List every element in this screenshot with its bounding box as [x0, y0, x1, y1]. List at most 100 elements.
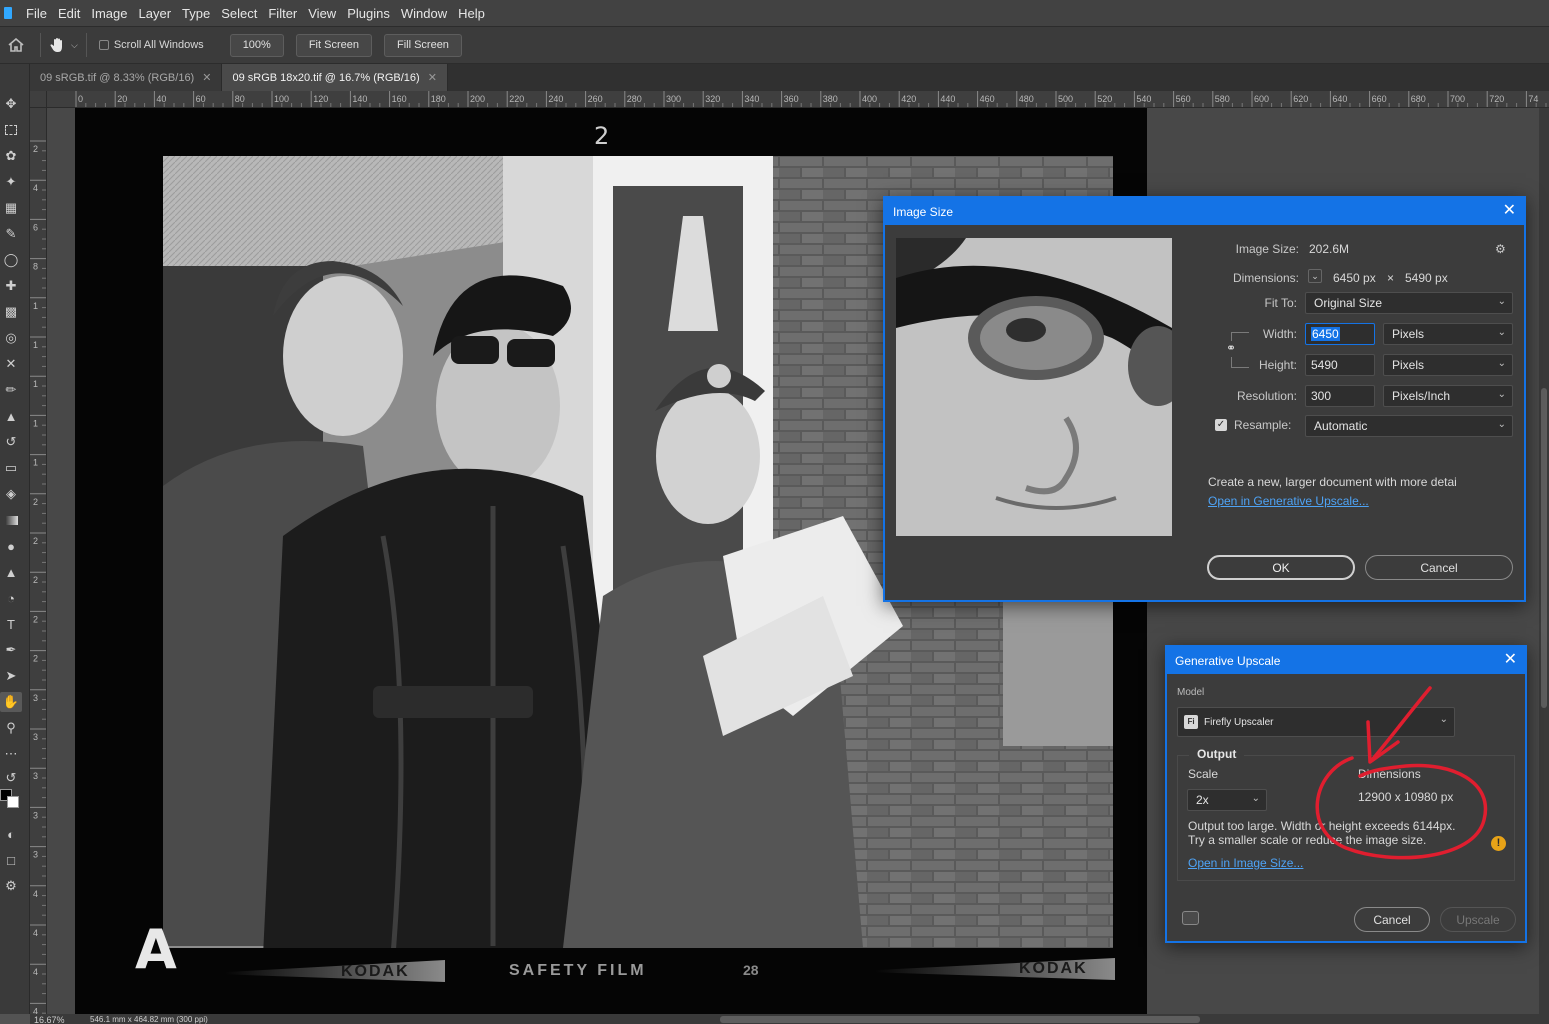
dimensions-unit-toggle[interactable]: ⌄: [1308, 269, 1322, 283]
content-aware-tool-icon[interactable]: ◎: [0, 328, 22, 348]
ruler-label: 600: [1254, 94, 1269, 104]
spot-healing-tool-icon[interactable]: ◯: [0, 250, 22, 270]
menu-plugins[interactable]: Plugins: [347, 6, 390, 21]
cancel-button[interactable]: Cancel: [1365, 555, 1513, 580]
vertical-scrollbar[interactable]: [1539, 108, 1549, 1014]
background-color-swatch[interactable]: [7, 796, 19, 808]
sharpen-tool-icon[interactable]: ▲: [0, 562, 22, 582]
pen-tool-icon[interactable]: ✒: [0, 640, 22, 660]
menu-image[interactable]: Image: [91, 6, 127, 21]
blur-tool-icon[interactable]: ●: [0, 536, 22, 556]
gradient-tool-icon[interactable]: [0, 510, 22, 530]
ok-button[interactable]: OK: [1207, 555, 1355, 580]
tab-label: 09 sRGB.tif @ 8.33% (RGB/16): [40, 71, 195, 84]
close-icon[interactable]: ✕: [1503, 202, 1516, 220]
edit-toolbar-icon[interactable]: ⚙: [0, 876, 22, 896]
ruler-label: 20: [117, 94, 127, 104]
height-unit-dropdown[interactable]: Pixels ⌄: [1383, 354, 1513, 376]
crop-tool-icon[interactable]: ▦: [0, 198, 22, 218]
home-icon[interactable]: [0, 38, 32, 52]
output-label: Output: [1189, 747, 1245, 761]
marquee-tool-icon[interactable]: [0, 120, 22, 140]
swap-colors-icon[interactable]: ↺: [0, 768, 22, 788]
screen-mode-icon[interactable]: □: [0, 850, 22, 870]
fit-screen-button[interactable]: Fit Screen: [295, 33, 372, 57]
ruler-label: 74: [1528, 94, 1538, 104]
magic-wand-tool-icon[interactable]: ✦: [0, 172, 22, 192]
path-selection-tool-icon[interactable]: ➤: [0, 666, 22, 686]
image-preview[interactable]: [896, 238, 1172, 536]
resample-dropdown[interactable]: Automatic ⌄: [1305, 415, 1513, 437]
ruler-label: 400: [862, 94, 877, 104]
dialog-title-bar[interactable]: Image Size ✕: [885, 198, 1524, 225]
feedback-icon[interactable]: [1182, 911, 1199, 925]
hand-tool-preset-picker[interactable]: ⌵: [49, 36, 78, 54]
dimensions-value: 12900 x 10980 px: [1358, 790, 1454, 804]
fit-to-dropdown[interactable]: Original Size ⌄: [1305, 292, 1513, 314]
ruler-label: 300: [666, 94, 681, 104]
menu-help[interactable]: Help: [458, 6, 485, 21]
ruler-label: 1: [33, 458, 38, 468]
scroll-all-windows-checkbox[interactable]: Scroll All Windows: [98, 39, 204, 51]
quick-mask-icon[interactable]: ◐: [0, 824, 22, 844]
ruler-label: 1: [33, 379, 38, 389]
ruler-corner: [30, 91, 47, 108]
settings-gear-icon[interactable]: ⚙: [1495, 242, 1506, 256]
resolution-label: Resolution:: [1236, 389, 1297, 403]
open-generative-upscale-link[interactable]: Open in Generative Upscale...: [1208, 494, 1369, 508]
resolution-input[interactable]: 300: [1305, 385, 1375, 407]
scrollbar-thumb[interactable]: [1541, 388, 1547, 708]
bucket-tool-icon[interactable]: ◈: [0, 484, 22, 504]
menu-view[interactable]: View: [308, 6, 336, 21]
cancel-button[interactable]: Cancel: [1354, 907, 1430, 932]
tab-document-2[interactable]: 09 sRGB 18x20.tif @ 16.7% (RGB/16) ✕: [222, 64, 448, 91]
more-tools-icon[interactable]: ⋯: [0, 744, 22, 764]
width-input[interactable]: 6450: [1305, 323, 1375, 345]
clone-stamp-tool-icon[interactable]: ▲: [0, 406, 22, 426]
menu-select[interactable]: Select: [221, 6, 257, 21]
patch-tool-icon[interactable]: ▩: [0, 302, 22, 322]
eyedropper-tool-icon[interactable]: ✎: [0, 224, 22, 244]
type-tool-icon[interactable]: T: [0, 614, 22, 634]
model-dropdown[interactable]: Fi Firefly Upscaler ⌄: [1177, 707, 1455, 737]
menu-filter[interactable]: Filter: [268, 6, 297, 21]
upscale-button[interactable]: Upscale: [1440, 907, 1516, 932]
checkbox-box[interactable]: [98, 40, 109, 50]
eraser-tool-icon[interactable]: ▭: [0, 458, 22, 478]
red-eye-tool-icon[interactable]: ✕: [0, 354, 22, 374]
dialog-title-bar[interactable]: Generative Upscale ✕: [1167, 647, 1525, 674]
healing-brush-tool-icon[interactable]: ✚: [0, 276, 22, 296]
brush-tool-icon[interactable]: ✏: [0, 380, 22, 400]
dodge-tool-icon[interactable]: ◔: [0, 588, 22, 608]
chevron-down-icon: ⌄: [1497, 358, 1506, 369]
move-tool-icon[interactable]: ✥: [0, 94, 22, 114]
tab-document-1[interactable]: 09 sRGB.tif @ 8.33% (RGB/16) ✕: [30, 64, 223, 91]
menu-edit[interactable]: Edit: [58, 6, 80, 21]
status-zoom[interactable]: 16.67%: [34, 1015, 65, 1024]
resample-checkbox[interactable]: ✓: [1215, 419, 1227, 431]
menu-window[interactable]: Window: [401, 6, 447, 21]
close-icon[interactable]: ✕: [428, 71, 437, 84]
open-image-size-link[interactable]: Open in Image Size...: [1188, 856, 1303, 870]
menu-file[interactable]: File: [26, 6, 47, 21]
ruler-label: 1: [33, 418, 38, 428]
tools-panel: ✥ ✿ ✦ ▦ ✎ ◯ ✚ ▩ ◎ ✕ ✏ ▲ ↺ ▭ ◈ ● ▲ ◔ T ✒ …: [0, 64, 30, 1014]
zoom-100-button[interactable]: 100%: [229, 33, 284, 57]
lasso-tool-icon[interactable]: ✿: [0, 146, 22, 166]
fill-screen-button[interactable]: Fill Screen: [383, 33, 462, 57]
zoom-tool-icon[interactable]: ⚲: [0, 718, 22, 738]
link-chain-icon[interactable]: ⚭: [1224, 341, 1238, 357]
close-icon[interactable]: ✕: [1504, 651, 1517, 669]
hand-tool-icon[interactable]: ✋: [0, 692, 22, 712]
resolution-value: 300: [1311, 389, 1332, 403]
resolution-unit-dropdown[interactable]: Pixels/Inch ⌄: [1383, 385, 1513, 407]
history-brush-tool-icon[interactable]: ↺: [0, 432, 22, 452]
close-icon[interactable]: ✕: [202, 71, 211, 84]
horizontal-scrollbar-thumb[interactable]: [720, 1016, 1200, 1023]
width-unit-dropdown[interactable]: Pixels ⌄: [1383, 323, 1513, 345]
scale-dropdown[interactable]: 2x ⌄: [1187, 789, 1267, 811]
menu-layer[interactable]: Layer: [139, 6, 172, 21]
height-input[interactable]: 5490: [1305, 354, 1375, 376]
ruler-label: 4: [33, 928, 38, 938]
menu-type[interactable]: Type: [182, 6, 210, 21]
